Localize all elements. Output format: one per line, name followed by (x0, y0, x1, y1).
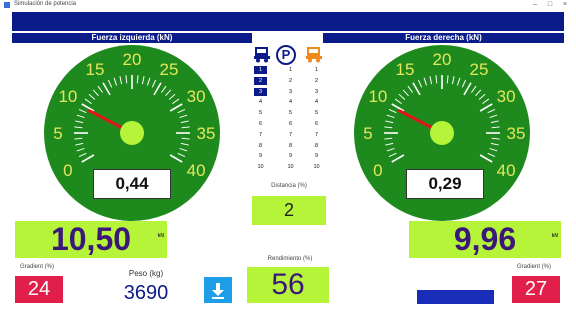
right-gauge-hub (430, 121, 454, 145)
efficiency-label: Rendimiento (%) (267, 256, 313, 262)
left-gauge-label: 10 (58, 87, 77, 106)
right-gauge-label: 20 (433, 50, 452, 69)
right-force-value: 9,96 (453, 221, 517, 257)
app-icon (4, 2, 10, 8)
left-gear-cell[interactable]: 9 (254, 152, 267, 160)
center-gear-cell[interactable]: 2 (284, 77, 297, 85)
center-gear-cell[interactable]: 3 (284, 88, 297, 96)
parking-icon[interactable]: P (276, 45, 296, 65)
right-truck-icon (306, 47, 322, 63)
left-gauge-label: 15 (86, 60, 105, 79)
right-gear-cell[interactable]: 6 (310, 120, 323, 128)
right-force-display: 9,96 kN (409, 221, 561, 258)
left-slope-value: 24 (15, 276, 63, 303)
center-gear-cell[interactable]: 1 (284, 66, 297, 74)
right-gear-cell[interactable]: 1 (310, 66, 323, 74)
close-button[interactable]: × (558, 0, 572, 10)
right-gear-cell[interactable]: 4 (310, 98, 323, 106)
left-gauge-label: 30 (187, 87, 206, 106)
left-slope-label: Gradient (%) (19, 264, 54, 270)
right-gear-cell[interactable]: 5 (310, 109, 323, 117)
right-gear-cell[interactable]: 7 (310, 131, 323, 139)
top-banner (12, 12, 564, 31)
center-gear-cell[interactable]: 5 (284, 109, 297, 117)
right-gauge-label: 35 (507, 124, 526, 143)
center-gear-cell[interactable]: 6 (284, 120, 297, 128)
center-gear-cell[interactable]: 4 (284, 98, 297, 106)
weight-label: Peso (kg) (128, 269, 164, 278)
left-gauge-label: 20 (123, 50, 142, 69)
right-gauge-label: 15 (396, 60, 415, 79)
left-force-display: 10,50 kN (15, 221, 167, 258)
right-gauge-label: 30 (497, 87, 516, 106)
left-gauge-label: 5 (53, 124, 62, 143)
left-gear-cell[interactable]: 2 (254, 76, 267, 85)
center-gear-cell[interactable]: 8 (284, 142, 297, 150)
left-truck-icon (254, 47, 270, 63)
left-gauge-readout: 0,44 (93, 169, 171, 199)
left-gauge-label: 25 (160, 60, 179, 79)
distance-label: Distancia (%) (271, 183, 307, 189)
efficiency-value: 56 (247, 267, 329, 303)
left-gauge-label: 40 (187, 161, 206, 180)
right-gear-cell[interactable]: 3 (310, 88, 323, 96)
left-gear-cell[interactable]: 10 (254, 163, 267, 171)
left-gear-cell[interactable]: 6 (254, 120, 267, 128)
minimize-button[interactable]: – (528, 0, 542, 10)
left-gear-cell[interactable]: 3 (254, 87, 267, 96)
left-gauge-hub (120, 121, 144, 145)
title-bar: Simulación de potencia – □ × (0, 0, 576, 10)
left-gear-cell[interactable]: 5 (254, 109, 267, 117)
center-gear-cell[interactable]: 10 (284, 163, 297, 171)
left-force-unit: kN (157, 233, 164, 239)
right-gauge-label: 25 (470, 60, 489, 79)
left-force-header: Fuerza izquierda (kN) (12, 33, 252, 43)
left-gear-cell[interactable]: 1 (254, 66, 267, 74)
maximize-button[interactable]: □ (543, 0, 557, 10)
right-gauge-label: 5 (363, 124, 372, 143)
right-gauge-label: 0 (373, 161, 382, 180)
left-gauge-label: 35 (197, 124, 216, 143)
left-gauge-label: 0 (63, 161, 72, 180)
right-gear-cell[interactable]: 9 (310, 152, 323, 160)
download-button[interactable] (204, 277, 232, 303)
right-slope-label: Gradient (%) (516, 264, 551, 270)
download-icon (212, 283, 224, 299)
weight-value: 3690 (123, 282, 169, 304)
left-gear-cell[interactable]: 7 (254, 131, 267, 139)
center-gear-cell[interactable]: 9 (284, 152, 297, 160)
window-title: Simulación de potencia (14, 1, 77, 7)
right-gauge-label: 10 (368, 87, 387, 106)
right-gauge-readout: 0,29 (406, 169, 484, 199)
gear-selector[interactable]: 1 1 1 2 2 2 3 3 3 4 4 4 5 5 5 6 6 6 7 7 7 8 8 8 9 9 9 10 10 10 (254, 66, 326, 176)
left-gear-cell[interactable]: 8 (254, 142, 267, 150)
right-gear-cell[interactable]: 2 (310, 77, 323, 85)
right-gear-cell[interactable]: 8 (310, 142, 323, 150)
distance-value: 2 (252, 196, 326, 225)
left-force-value: 10,50 (50, 221, 132, 257)
right-force-unit: kN (551, 233, 558, 239)
right-force-header: Fuerza derecha (kN) (323, 33, 564, 43)
left-gear-cell[interactable]: 4 (254, 98, 267, 106)
right-gear-cell[interactable]: 10 (310, 163, 323, 171)
right-slope-value: 27 (512, 276, 560, 303)
right-status-bar (417, 290, 494, 304)
center-gear-cell[interactable]: 7 (284, 131, 297, 139)
right-gauge-label: 40 (497, 161, 516, 180)
